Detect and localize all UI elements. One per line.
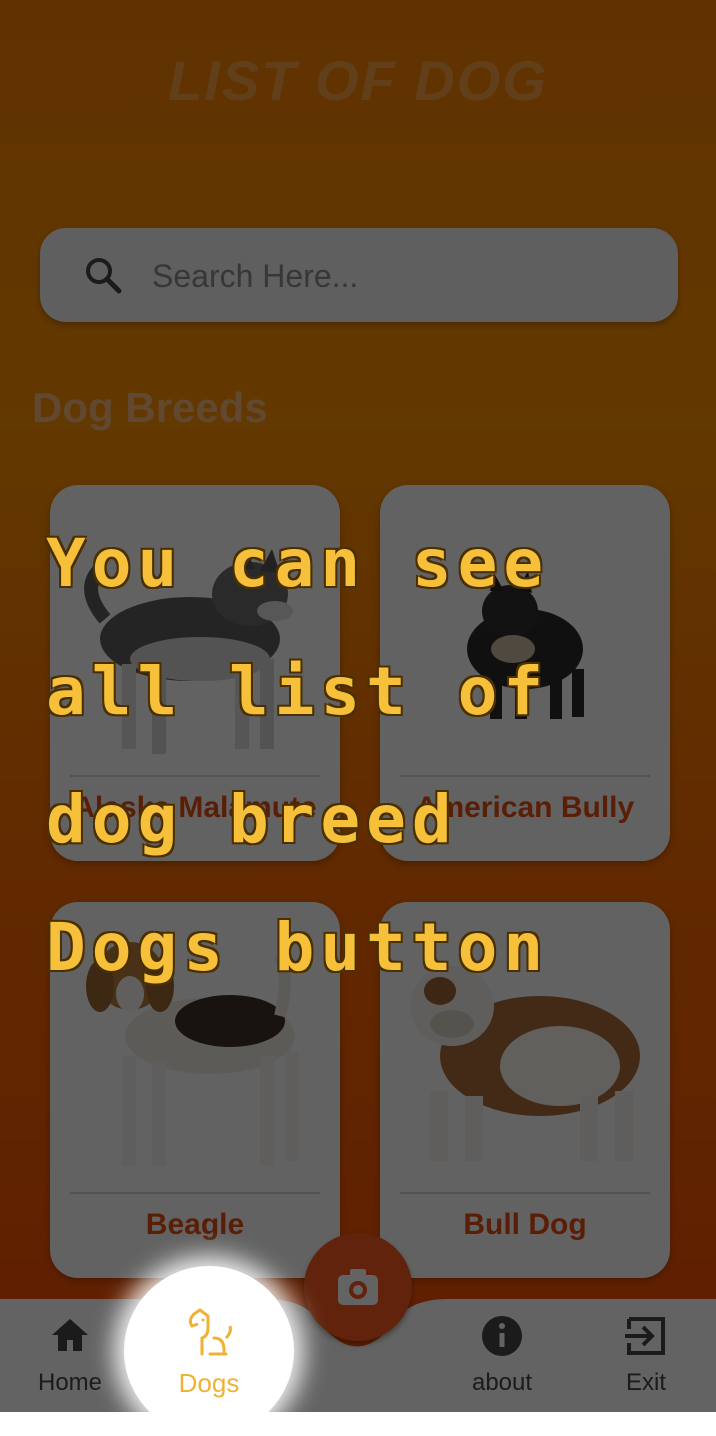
nav-exit[interactable]: Exit xyxy=(576,1299,716,1412)
nav-label: Dogs xyxy=(178,1368,240,1398)
page-title: LIST OF DOG xyxy=(168,49,548,112)
nav-about[interactable]: about xyxy=(432,1299,572,1412)
nav-dogs[interactable]: Dogs xyxy=(124,1266,294,1436)
card-divider xyxy=(70,1192,320,1194)
tutorial-tooltip: You can see all list of dog breed Dogs b… xyxy=(46,525,550,986)
search-input[interactable] xyxy=(150,252,654,300)
camera-icon xyxy=(336,1267,380,1312)
nav-home[interactable]: Home xyxy=(0,1299,140,1412)
home-icon xyxy=(50,1315,90,1360)
search-bar[interactable] xyxy=(40,228,678,322)
nav-label: about xyxy=(471,1369,533,1396)
breed-name: Beagle xyxy=(145,1208,245,1241)
card-divider xyxy=(400,1192,650,1194)
search-icon xyxy=(84,256,122,299)
camera-button[interactable] xyxy=(304,1233,412,1341)
nav-label: Exit xyxy=(625,1369,666,1396)
breed-name: Bull Dog xyxy=(463,1208,587,1241)
exit-icon xyxy=(625,1315,667,1362)
nav-label: Home xyxy=(37,1369,103,1396)
info-icon xyxy=(481,1315,523,1362)
section-title: Dog Breeds xyxy=(32,384,268,431)
dog-icon xyxy=(186,1308,234,1363)
